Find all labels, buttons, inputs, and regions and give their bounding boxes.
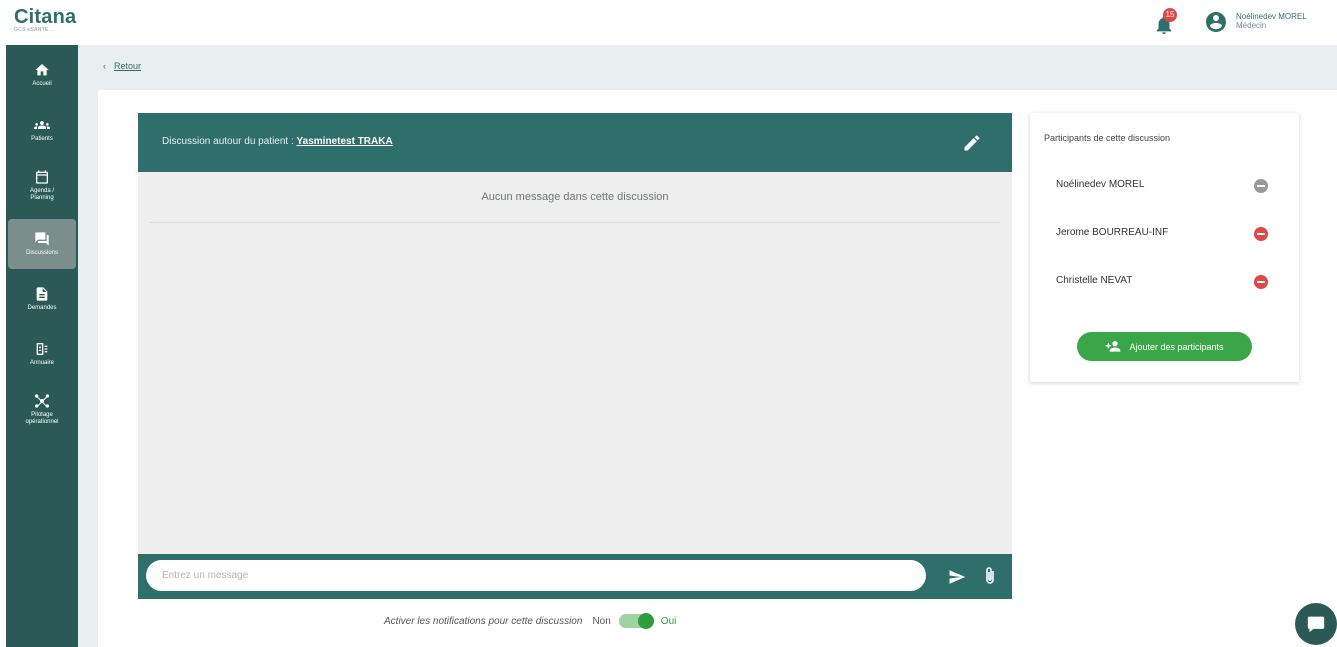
participants-title: Participants de cette discussion: [1044, 133, 1171, 143]
chat-header: Discussion autour du patient : Yasminete…: [138, 113, 1012, 172]
participant-name: Jerome BOURREAU-INF: [1056, 227, 1169, 238]
toggle-on-label: Oui: [660, 615, 677, 627]
back-link[interactable]: ‹ Retour: [103, 61, 141, 71]
patient-link[interactable]: Yasminetest TRAKA: [297, 136, 393, 147]
add-participants-button[interactable]: Ajouter des participants: [1077, 332, 1252, 361]
participant-name: Noélinedev MOREL: [1056, 179, 1145, 190]
participants-card: Participants de cette discussion Noéline…: [1030, 113, 1299, 382]
participant-name: Christelle NEVAT: [1056, 275, 1133, 286]
top-bar: Citana GCS eSANTE ... 15 Noélinedev MORE…: [0, 0, 1337, 44]
message-list: Aucun message dans cette discussion: [138, 172, 1012, 554]
chevron-left-icon: ‹: [103, 61, 106, 71]
user-role: Médecin: [1236, 21, 1267, 30]
notification-count-badge: 15: [1163, 8, 1177, 22]
sidebar-item-label: Agenda / Planning: [29, 187, 55, 201]
chat-bubble-icon: [1307, 616, 1325, 633]
sidebar-item-accueil[interactable]: Accueil: [6, 50, 78, 100]
remove-participant-icon[interactable]: [1254, 275, 1268, 289]
calendar-icon: [36, 169, 48, 184]
participant-row: Christelle NEVAT: [1030, 267, 1299, 297]
edit-icon[interactable]: [962, 133, 982, 153]
chat-title-prefix: Discussion autour du patient :: [162, 136, 297, 147]
add-participants-label: Ajouter des participants: [1129, 341, 1224, 352]
message-composer: [138, 554, 1012, 599]
notifications-bell-button[interactable]: 15: [1153, 8, 1179, 36]
support-chat-button[interactable]: [1295, 603, 1337, 645]
sidebar-item-label: Annuaire: [29, 360, 55, 366]
sidebar-item-label: Accueil: [32, 81, 52, 87]
participant-row: Noélinedev MOREL: [1030, 171, 1299, 201]
person-add-icon: [1106, 340, 1121, 352]
account-circle-icon[interactable]: [1204, 10, 1228, 34]
user-name: Noélinedev MOREL: [1236, 12, 1307, 21]
sidebar-item-label: Discussions: [25, 250, 58, 256]
empty-message: Aucun message dans cette discussion: [481, 191, 669, 203]
logo-text: Citana: [14, 6, 77, 28]
patients-icon: [34, 121, 50, 129]
toggle-knob: [637, 613, 654, 629]
participant-row: Jerome BOURREAU-INF: [1030, 219, 1299, 249]
sidebar-item-label: Patients: [31, 136, 53, 142]
sidebar-nav: Accueil Patients Agenda / Planning Discu…: [6, 45, 78, 647]
send-icon[interactable]: [948, 568, 966, 586]
network-icon: [35, 393, 49, 408]
app-logo[interactable]: Citana GCS eSANTE ...: [14, 6, 86, 33]
sidebar-item-annuaire[interactable]: Annuaire: [6, 329, 78, 379]
sidebar-item-demandes[interactable]: Demandes: [6, 274, 78, 324]
document-icon: [36, 287, 48, 301]
sidebar-item-discussions[interactable]: Discussions: [8, 219, 76, 269]
sidebar-item-pilotage[interactable]: Pilotage opérationnel: [6, 384, 78, 434]
sidebar-item-label: Demandes: [27, 305, 57, 311]
remove-participant-icon[interactable]: [1254, 227, 1268, 241]
chat-title: Discussion autour du patient : Yasminete…: [162, 136, 393, 147]
chat-icon: [35, 232, 49, 246]
toggle-off-label: Non: [592, 615, 611, 627]
sidebar-item-agenda[interactable]: Agenda / Planning: [6, 160, 78, 210]
notification-toggle-label: Activer les notifications pour cette dis…: [384, 615, 583, 627]
remove-participant-icon: [1254, 179, 1268, 193]
message-input[interactable]: [146, 560, 926, 591]
sidebar-item-label: Pilotage opérationnel: [25, 411, 59, 425]
notification-toggle[interactable]: [618, 613, 654, 629]
user-menu[interactable]: Noélinedev MOREL Médecin: [1236, 12, 1332, 30]
directory-icon: [36, 343, 48, 355]
divider: [150, 222, 1000, 223]
notification-toggle-row: Activer les notifications pour cette dis…: [384, 613, 676, 629]
home-icon: [35, 64, 49, 76]
back-link-label: Retour: [114, 61, 142, 71]
sidebar-item-patients[interactable]: Patients: [6, 105, 78, 155]
paperclip-icon[interactable]: [984, 566, 996, 586]
